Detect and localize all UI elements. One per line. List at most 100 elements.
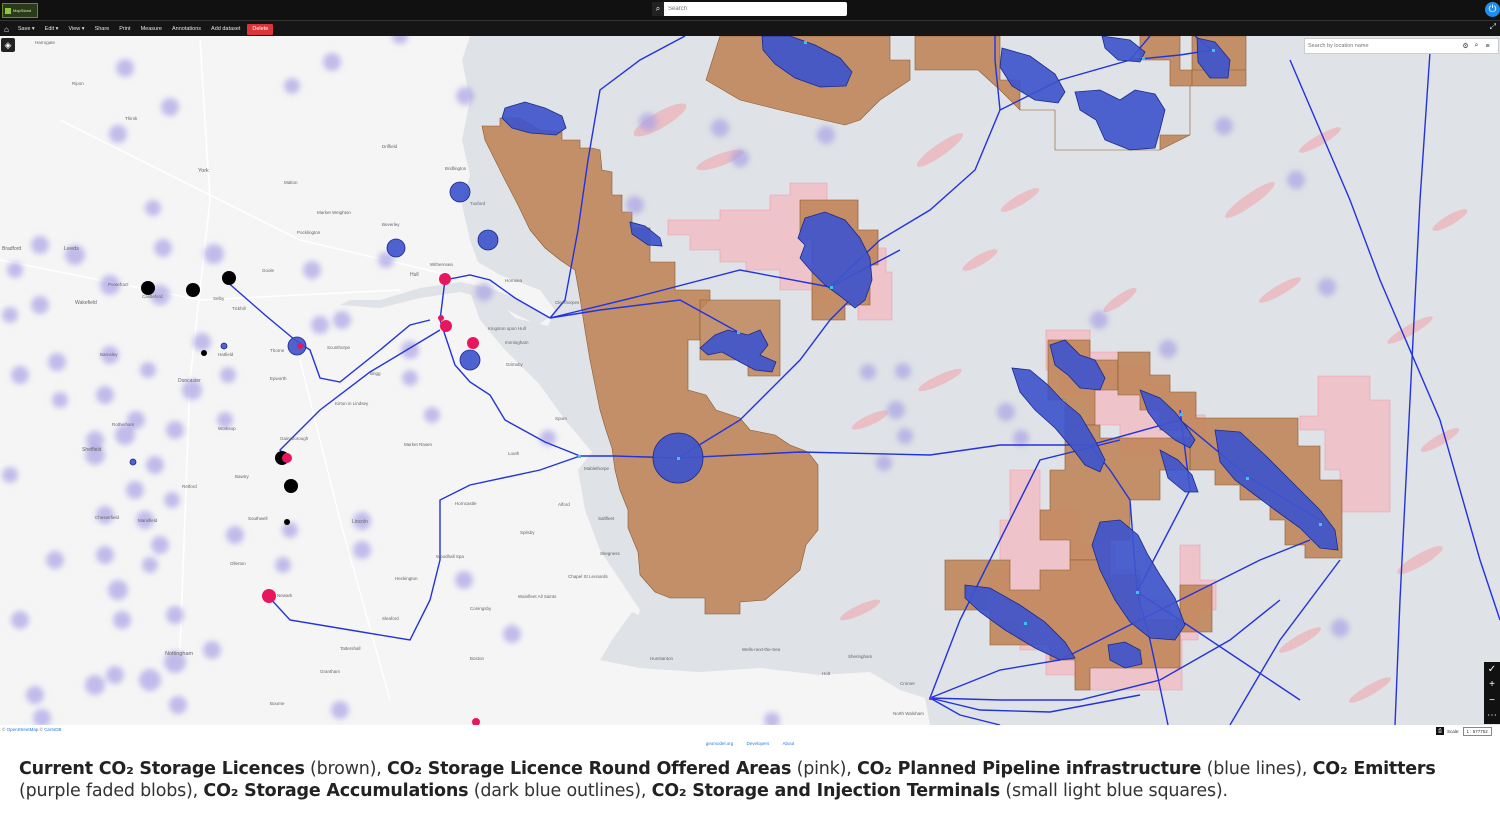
search-icon[interactable]: ⌕ bbox=[652, 2, 664, 16]
place-label: Hull bbox=[410, 272, 419, 278]
caption-terminals: CO₂ Storage and Injection Terminals bbox=[651, 781, 1001, 801]
terminal-marker[interactable] bbox=[1024, 622, 1027, 625]
terminal-marker[interactable] bbox=[804, 41, 807, 44]
accumulation[interactable] bbox=[386, 238, 406, 258]
caption-emitters-rest: (purple faded blobs), bbox=[19, 781, 204, 801]
terminal-marker[interactable] bbox=[830, 286, 833, 289]
place-label: Doncaster bbox=[178, 378, 201, 384]
menu-measure[interactable]: Measure bbox=[136, 21, 167, 37]
menu-print[interactable]: Print bbox=[114, 21, 135, 37]
place-label: Sheffield bbox=[82, 447, 102, 453]
gear-icon[interactable]: ⚙ bbox=[1460, 42, 1471, 50]
location-search-bar: ⚙ ⌕ ≡ bbox=[1304, 38, 1499, 54]
menu-view[interactable]: View ▾ bbox=[63, 21, 89, 37]
footer-link[interactable]: About bbox=[783, 741, 795, 746]
emitter-marker[interactable] bbox=[467, 337, 479, 349]
emitter-marker[interactable] bbox=[186, 283, 200, 297]
terminal-marker[interactable] bbox=[1180, 413, 1183, 416]
place-label: Scunthorpe bbox=[327, 345, 351, 350]
terminal-marker[interactable] bbox=[578, 455, 581, 458]
caption-licences: Current CO₂ Storage Licences bbox=[19, 759, 305, 779]
caption-terminals-rest: (small light blue squares). bbox=[1000, 781, 1228, 801]
terminal-marker[interactable] bbox=[737, 331, 740, 334]
place-label: Wells-next-the-Sea bbox=[742, 647, 781, 652]
zoom-in-icon[interactable]: + bbox=[1489, 680, 1495, 690]
place-label: Skegness bbox=[600, 551, 621, 556]
search-icon[interactable]: ⌕ bbox=[1471, 42, 1482, 50]
emitter-marker[interactable] bbox=[284, 479, 298, 493]
scale-select[interactable]: 1 : 577752 bbox=[1462, 726, 1492, 736]
scale-control: ⎙ Scale: 1 : 577752 bbox=[1436, 726, 1492, 736]
terminal-marker[interactable] bbox=[929, 697, 932, 700]
map-canvas[interactable]: Harrogate Ripon Thirsk York Leeds Bradfo… bbox=[0, 36, 1500, 725]
terminal-marker[interactable] bbox=[1136, 591, 1139, 594]
map-svg[interactable]: Harrogate Ripon Thirsk York Leeds Bradfo… bbox=[0, 36, 1500, 725]
menu-icon[interactable]: ≡ bbox=[1482, 43, 1493, 50]
terminal-marker[interactable] bbox=[1142, 57, 1145, 60]
emitter-marker[interactable] bbox=[297, 343, 303, 349]
emitter-marker[interactable] bbox=[141, 281, 155, 295]
footer-link[interactable]: geomodel.org bbox=[706, 741, 734, 746]
place-label: Kirton in Lindsey bbox=[335, 401, 369, 406]
map-caption: Current CO₂ Storage Licences (brown), CO… bbox=[19, 758, 1489, 802]
zoom-out-icon[interactable]: − bbox=[1489, 695, 1495, 706]
terminal-marker[interactable] bbox=[1212, 49, 1215, 52]
more-icon[interactable]: ⋯ bbox=[1487, 711, 1497, 721]
power-icon[interactable]: ⏻ bbox=[1485, 2, 1500, 17]
terminal-marker[interactable] bbox=[1319, 523, 1322, 526]
expand-icon[interactable]: ⤢ bbox=[1490, 22, 1496, 32]
place-label: Thirsk bbox=[125, 116, 138, 121]
place-label: Sheringham bbox=[848, 654, 873, 659]
menu-save[interactable]: Save ▾ bbox=[13, 21, 40, 37]
place-label: Withernsea bbox=[430, 262, 453, 267]
caption-accumulations: CO₂ Storage Accumulations bbox=[203, 781, 469, 801]
place-label: Bawtry bbox=[235, 474, 250, 479]
emitter-marker[interactable] bbox=[284, 519, 290, 525]
menu-edit[interactable]: Edit ▾ bbox=[40, 21, 64, 37]
emitter-marker[interactable] bbox=[439, 273, 451, 285]
place-label: Bourne bbox=[270, 701, 285, 706]
place-label: Pocklington bbox=[297, 230, 321, 235]
caption-accumulations-rest: (dark blue outlines), bbox=[468, 781, 652, 801]
caption-licences-rest: (brown), bbox=[304, 759, 388, 779]
place-label: Boston bbox=[470, 656, 485, 661]
place-label: Heckington bbox=[395, 576, 418, 581]
osm-link[interactable]: OpenStreetMap bbox=[7, 727, 39, 732]
place-label: Chesterfield bbox=[95, 515, 120, 520]
accumulation[interactable] bbox=[477, 229, 499, 251]
emitter-marker[interactable] bbox=[222, 271, 236, 285]
search-input[interactable] bbox=[664, 2, 845, 16]
home-icon[interactable]: ⌂ bbox=[0, 21, 13, 37]
place-label: Louth bbox=[508, 451, 520, 456]
place-label: Horncastle bbox=[455, 501, 477, 506]
menu-share[interactable]: Share bbox=[90, 21, 115, 37]
menu-annotations[interactable]: Annotations bbox=[167, 21, 206, 37]
delete-button[interactable]: Delete bbox=[247, 23, 274, 35]
place-label: Market Rasen bbox=[404, 442, 433, 447]
terminal-marker[interactable] bbox=[677, 457, 680, 460]
footer-link[interactable]: Developers bbox=[747, 741, 770, 746]
emitter-marker[interactable] bbox=[440, 320, 452, 332]
accumulation[interactable] bbox=[129, 458, 137, 466]
locate-icon[interactable]: ✓ bbox=[1488, 664, 1496, 675]
emitter-marker[interactable] bbox=[282, 453, 292, 463]
print-icon[interactable]: ⎙ bbox=[1436, 727, 1444, 735]
accumulation[interactable] bbox=[449, 181, 471, 203]
place-label: Lincoln bbox=[352, 519, 368, 525]
emitter-marker[interactable] bbox=[262, 589, 276, 603]
caption-emitters: CO₂ Emitters bbox=[1312, 759, 1436, 779]
emitter-marker[interactable] bbox=[438, 315, 444, 321]
accumulation[interactable] bbox=[459, 349, 481, 371]
layers-icon[interactable]: ◈ bbox=[1, 38, 15, 52]
emitter-marker[interactable] bbox=[201, 350, 207, 356]
location-search-input[interactable] bbox=[1305, 42, 1460, 50]
place-label: Cleethorpes bbox=[555, 300, 580, 305]
app-logo-text: MapStand bbox=[13, 8, 32, 13]
menu-add-dataset[interactable]: Add dataset bbox=[206, 21, 245, 37]
place-label: Ripon bbox=[72, 81, 84, 86]
terminal-marker[interactable] bbox=[1246, 477, 1249, 480]
carto-link[interactable]: CartoDB bbox=[44, 727, 61, 732]
place-label: Driffield bbox=[382, 144, 398, 149]
accumulation[interactable] bbox=[220, 342, 228, 350]
app-logo[interactable]: MapStand bbox=[2, 3, 38, 18]
